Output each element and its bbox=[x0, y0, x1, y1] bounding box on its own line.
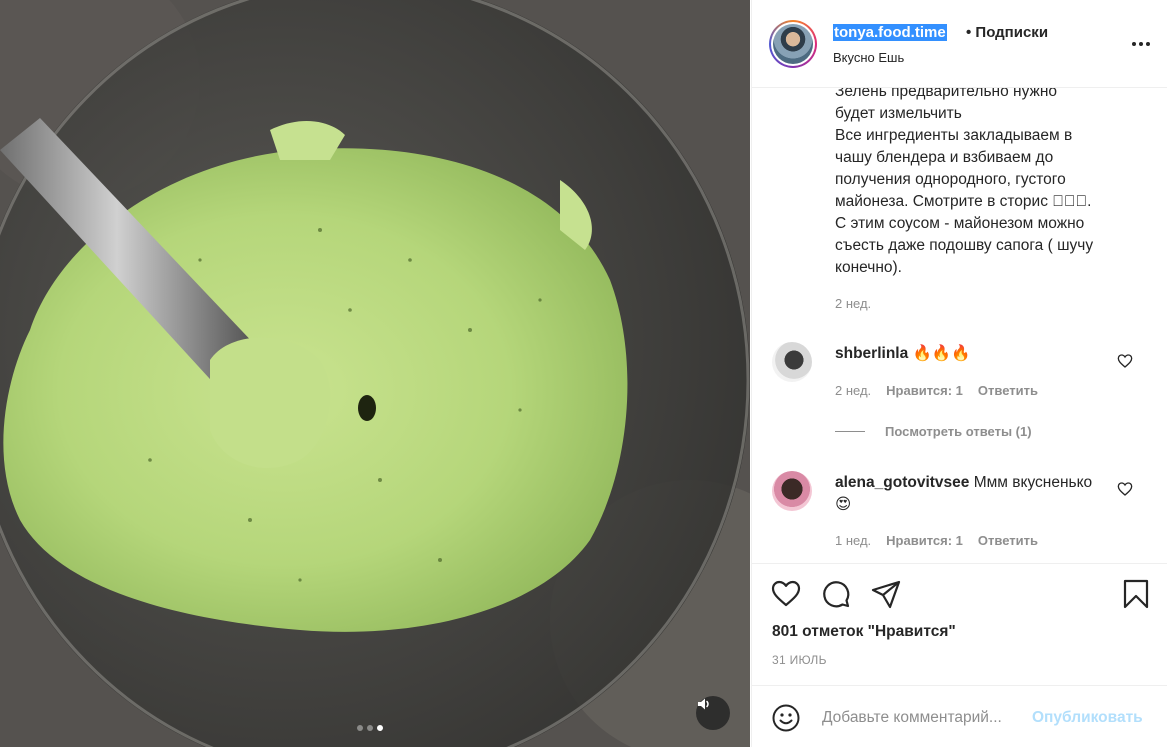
comment-likes[interactable]: Нравится: 1 bbox=[886, 383, 963, 398]
caption-timestamp[interactable]: 2 нед. bbox=[835, 296, 871, 311]
share-icon[interactable] bbox=[870, 578, 902, 610]
post-header: tonya.food.time • Подписки Вкусно Ешь bbox=[752, 0, 1167, 88]
commenter-avatar[interactable] bbox=[772, 471, 812, 511]
post-location[interactable]: Вкусно Ешь bbox=[833, 50, 904, 65]
follow-status-button[interactable]: • Подписки bbox=[966, 24, 1048, 41]
view-replies-button[interactable]: Посмотреть ответы (1) bbox=[835, 424, 1032, 439]
comment-meta: 2 нед. Нравится: 1 Ответить bbox=[835, 383, 1038, 398]
author-username[interactable]: tonya.food.time bbox=[833, 24, 947, 41]
post-caption: Зелень предварительно нужно будет измель… bbox=[835, 83, 1094, 276]
heart-icon[interactable] bbox=[770, 578, 802, 610]
view-replies-label: Посмотреть ответы (1) bbox=[885, 424, 1032, 439]
post-date[interactable]: 31 ИЮЛЬ bbox=[772, 653, 827, 667]
carousel-indicator bbox=[357, 725, 383, 731]
sauce-photo bbox=[0, 0, 750, 747]
publish-button[interactable]: Опубликовать bbox=[1032, 709, 1143, 727]
post-side-panel: tonya.food.time • Подписки Вкусно Ешь Зе… bbox=[751, 0, 1167, 747]
comment-like-heart-icon[interactable] bbox=[1117, 353, 1133, 369]
commenter-avatar[interactable] bbox=[772, 342, 812, 382]
post-actions: 801 отметок "Нравится" 31 ИЮЛЬ bbox=[752, 563, 1167, 683]
sound-toggle-button[interactable] bbox=[696, 696, 730, 730]
reply-button[interactable]: Ответить bbox=[978, 383, 1038, 398]
reply-button[interactable]: Ответить bbox=[978, 533, 1038, 548]
add-comment-bar: Опубликовать bbox=[752, 685, 1167, 747]
comment-time[interactable]: 1 нед. bbox=[835, 533, 871, 548]
carousel-dot-active bbox=[377, 725, 383, 731]
carousel-dot bbox=[357, 725, 363, 731]
replies-divider bbox=[835, 431, 865, 432]
comment-meta: 1 нед. Нравится: 1 Ответить bbox=[835, 533, 1038, 548]
comment-text: 🔥🔥🔥 bbox=[912, 345, 971, 362]
commenter-username[interactable]: alena_gotovitvsee bbox=[835, 474, 969, 491]
commenter-username[interactable]: shberlinla bbox=[835, 345, 908, 362]
likes-count[interactable]: 801 отметок "Нравится" bbox=[772, 623, 956, 641]
carousel-dot bbox=[367, 725, 373, 731]
speaker-icon bbox=[698, 698, 709, 710]
comment-time[interactable]: 2 нед. bbox=[835, 383, 871, 398]
post-media[interactable] bbox=[0, 0, 750, 747]
bookmark-icon[interactable] bbox=[1120, 578, 1152, 610]
emoji-icon[interactable] bbox=[772, 704, 800, 732]
avatar-image bbox=[773, 24, 813, 64]
comment-input[interactable] bbox=[822, 704, 1027, 732]
author-avatar[interactable] bbox=[769, 20, 817, 68]
more-options-icon[interactable] bbox=[1129, 34, 1153, 54]
comment-icon[interactable] bbox=[820, 578, 852, 610]
comment-likes[interactable]: Нравится: 1 bbox=[886, 533, 963, 548]
comment-like-heart-icon[interactable] bbox=[1117, 481, 1133, 497]
